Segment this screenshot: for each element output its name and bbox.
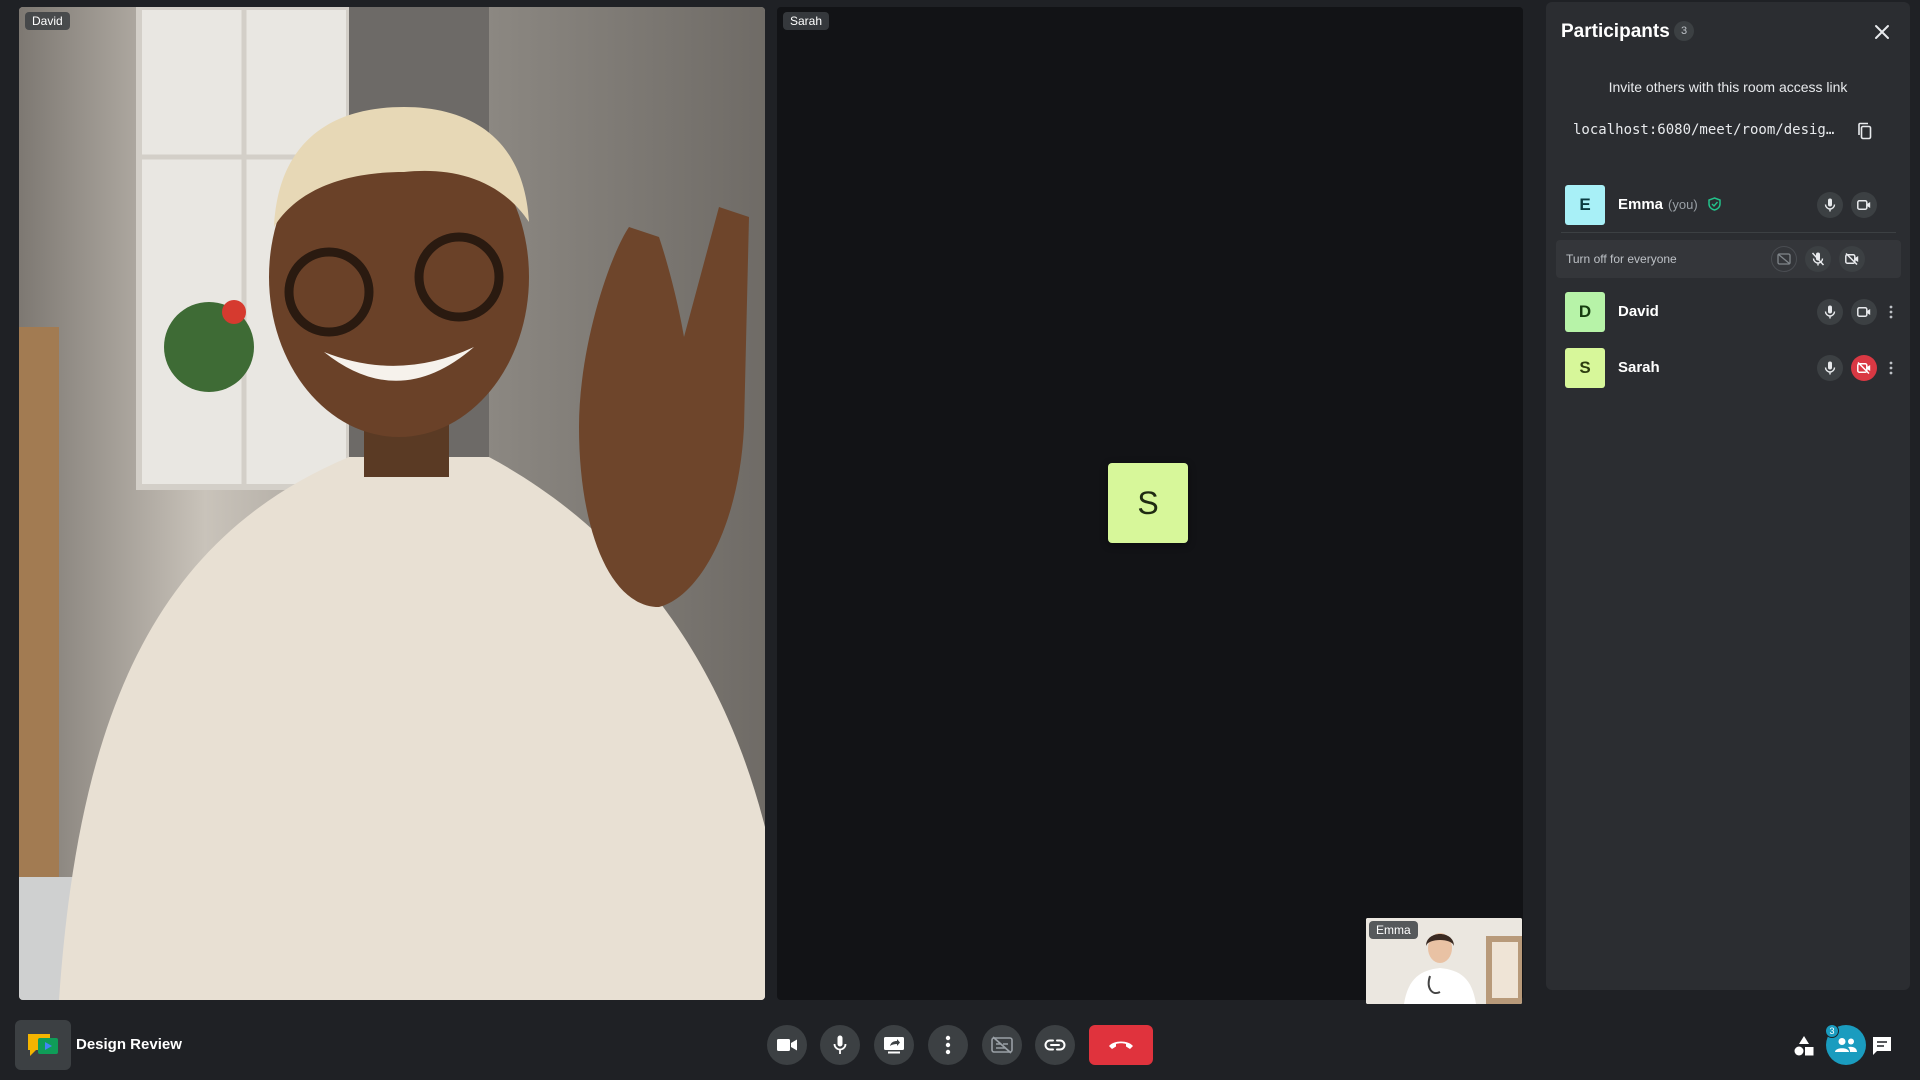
participant-name: Emma (you) xyxy=(1618,196,1721,213)
room-access-link[interactable]: localhost:6080/meet/room/design-review xyxy=(1573,122,1838,138)
captions-toggle-button[interactable] xyxy=(982,1025,1022,1065)
microphone-off-icon xyxy=(1811,252,1825,266)
participant-avatar: S xyxy=(1108,463,1188,543)
video-camera-icon xyxy=(777,1039,797,1051)
chat-button[interactable] xyxy=(1866,1030,1898,1062)
video-camera-off-icon xyxy=(1857,362,1871,374)
captions-off-all-button[interactable] xyxy=(1771,246,1797,272)
chat-icon xyxy=(1873,1037,1891,1055)
meet-logo-icon xyxy=(28,1034,58,1056)
video-camera-icon xyxy=(1857,200,1871,210)
turn-off-for-everyone-row: Turn off for everyone xyxy=(1556,240,1901,278)
participant-name-tag: Emma xyxy=(1369,921,1418,939)
video-tile-sarah[interactable]: Sarah S xyxy=(777,7,1523,1000)
toggle-microphone-button[interactable] xyxy=(820,1025,860,1065)
participant-name-text: Emma xyxy=(1618,196,1664,213)
copy-invite-link-button[interactable] xyxy=(1035,1025,1075,1065)
video-camera-off-icon xyxy=(1845,253,1859,265)
link-icon xyxy=(1044,1039,1066,1051)
participant-name-tag: Sarah xyxy=(783,12,830,30)
participant-count-badge: 3 xyxy=(1674,21,1694,41)
close-panel-button[interactable] xyxy=(1868,18,1896,46)
mute-all-button[interactable] xyxy=(1805,246,1831,272)
video-camera-icon xyxy=(1857,307,1871,317)
participants-panel: Participants 3 Invite others with this r… xyxy=(1546,2,1910,990)
microphone-icon xyxy=(1824,305,1836,319)
participant-more-button[interactable] xyxy=(1883,355,1899,381)
participant-row-david: D David xyxy=(1556,287,1901,335)
copy-link-button[interactable] xyxy=(1853,119,1877,143)
participant-avatar: E xyxy=(1565,185,1605,225)
camera-participant-button[interactable] xyxy=(1851,192,1877,218)
shapes-icon xyxy=(1794,1036,1814,1056)
microphone-icon xyxy=(1824,361,1836,375)
microphone-icon xyxy=(1824,198,1836,212)
more-options-button[interactable] xyxy=(928,1025,968,1065)
participant-avatar: S xyxy=(1565,348,1605,388)
close-icon xyxy=(1875,25,1889,39)
app-logo xyxy=(15,1020,71,1070)
mute-participant-button[interactable] xyxy=(1817,355,1843,381)
screen-share-button[interactable] xyxy=(874,1025,914,1065)
more-vertical-icon xyxy=(1889,305,1893,319)
participant-row-emma: E Emma (you) xyxy=(1556,180,1901,228)
captions-off-icon xyxy=(991,1036,1013,1054)
participant-avatar: D xyxy=(1565,292,1605,332)
video-tile-david[interactable]: David xyxy=(19,7,765,1000)
camera-participant-button[interactable] xyxy=(1851,299,1877,325)
leave-call-button[interactable] xyxy=(1089,1025,1153,1065)
moderator-shield-icon xyxy=(1708,197,1721,211)
toggle-camera-button[interactable] xyxy=(767,1025,807,1065)
camera-off-all-button[interactable] xyxy=(1839,246,1865,272)
invite-text: Invite others with this room access link xyxy=(1608,79,1848,95)
mute-participant-button[interactable] xyxy=(1817,192,1843,218)
more-vertical-icon xyxy=(1889,361,1893,375)
phone-hangup-icon xyxy=(1109,1041,1133,1049)
room-link-row: localhost:6080/meet/room/design-review xyxy=(1573,119,1883,143)
camera-participant-button[interactable] xyxy=(1851,355,1877,381)
people-icon xyxy=(1835,1038,1857,1052)
divider xyxy=(1561,232,1896,233)
participant-name-tag: David xyxy=(25,12,70,30)
participant-name: David xyxy=(1618,303,1659,320)
captions-off-icon xyxy=(1777,253,1791,265)
turn-off-label: Turn off for everyone xyxy=(1566,252,1677,266)
mute-participant-button[interactable] xyxy=(1817,299,1843,325)
microphone-icon xyxy=(833,1035,847,1054)
panel-title: Participants xyxy=(1561,21,1670,42)
participant-name: Sarah xyxy=(1618,359,1660,376)
copy-icon xyxy=(1858,122,1872,140)
participant-more-button[interactable] xyxy=(1883,299,1899,325)
participant-count-badge: 3 xyxy=(1825,1024,1839,1038)
screen-share-icon xyxy=(884,1037,904,1054)
david-video-feed xyxy=(19,7,765,1000)
more-vertical-icon xyxy=(945,1035,951,1055)
activities-button[interactable] xyxy=(1788,1030,1820,1062)
participant-row-sarah: S Sarah xyxy=(1556,343,1901,391)
you-label: (you) xyxy=(1668,197,1698,212)
self-view-tile[interactable]: Emma xyxy=(1366,918,1522,1004)
room-title: Design Review xyxy=(76,1036,182,1053)
